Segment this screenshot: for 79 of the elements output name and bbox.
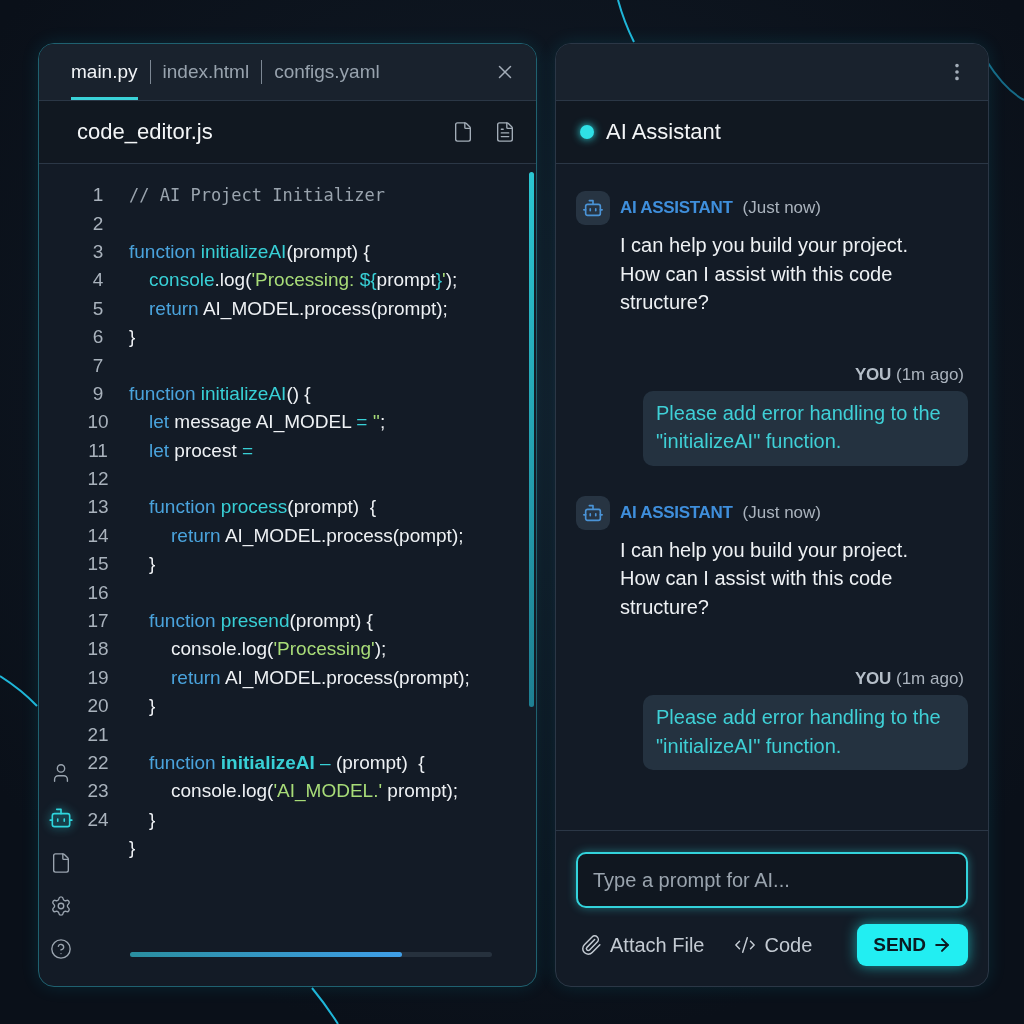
line-number: 21 — [86, 723, 110, 746]
message-author: AI ASSISTANT — [620, 198, 733, 218]
code-line: return AI_MODEL.process(prompt); — [149, 297, 448, 320]
panel-title: AI Assistant — [606, 119, 721, 145]
arrow-icon — [932, 935, 952, 955]
code-line: } — [129, 326, 136, 349]
code-line: console.log('AI_MODEL.' prompt); — [171, 780, 459, 803]
message-time: (Just now) — [742, 198, 821, 218]
vertical-scrollbar[interactable] — [529, 172, 534, 707]
message-bubble: Please add error handling to the "initializeAI" function. — [643, 390, 968, 466]
message-time: (1m ago) — [895, 669, 964, 689]
message-bubble: Please add error handling to the "initializeAI" function. — [643, 695, 968, 770]
line-number: 23 — [86, 780, 110, 803]
line-number: 20 — [86, 695, 110, 718]
line-number: 2 — [91, 212, 105, 235]
code-line: } — [129, 837, 136, 860]
line-number: 18 — [86, 638, 110, 661]
code-line: console.log('Processing'); — [171, 638, 387, 661]
paperclip-icon — [580, 934, 602, 956]
message-time: (Just now) — [742, 502, 821, 523]
file-tab[interactable]: main.py — [71, 44, 138, 100]
message-time: (1m ago) — [895, 364, 964, 385]
glow-line — [617, 0, 635, 43]
prompt-input-field[interactable]: Type a prompt for AI... — [576, 852, 968, 908]
line-number: 9 — [91, 382, 105, 405]
code-line: } — [149, 808, 156, 831]
settings-icon[interactable] — [50, 895, 72, 917]
code-line: } — [149, 553, 156, 576]
line-number: 14 — [86, 524, 110, 547]
line-number: 24 — [86, 808, 110, 831]
file-title: code_editor.js — [77, 119, 213, 145]
line-number: 17 — [86, 610, 110, 633]
code-line: console.log('Processing: ${prompt}'); — [149, 269, 458, 292]
line-number: 15 — [86, 553, 110, 576]
line-number: 19 — [86, 666, 110, 689]
code-line: } — [149, 695, 156, 718]
message-author: YOU — [855, 364, 891, 385]
line-number: 4 — [91, 269, 105, 292]
file-icon[interactable] — [452, 121, 474, 143]
message-text: I can help you build your project. How can I assist with this code structure? — [620, 233, 909, 315]
code-line: function initializeAI() { — [129, 382, 311, 405]
code-line: return AI_MODEL.process(pompt); — [171, 524, 464, 547]
line-number: 11 — [87, 439, 109, 462]
code-line: let message AI_MODEL = ''; — [149, 411, 386, 434]
line-number: 5 — [91, 297, 105, 320]
glow-line — [0, 675, 38, 707]
document-icon[interactable] — [494, 121, 516, 143]
code-line: function initializeAI(prompt) { — [129, 240, 370, 263]
glow-line — [311, 987, 339, 1024]
line-number: 22 — [86, 752, 110, 774]
line-number: 16 — [86, 581, 110, 604]
line-number: 3 — [91, 240, 105, 263]
robot-avatar — [576, 495, 610, 530]
file-tab[interactable]: index.html — [162, 44, 250, 100]
help-icon[interactable] — [50, 938, 72, 960]
line-number: 6 — [91, 326, 105, 349]
line-number: 10 — [86, 411, 110, 434]
line-number: 1 — [91, 184, 105, 207]
code-line: let procest = — [149, 439, 254, 462]
message-author: YOU — [855, 669, 891, 689]
code-icon — [734, 934, 757, 956]
send-button[interactable]: SEND — [857, 924, 968, 966]
file-icon[interactable] — [50, 852, 72, 874]
status-dot — [580, 125, 594, 139]
message-author: AI ASSISTANT — [620, 502, 733, 523]
line-number: 12 — [86, 468, 110, 491]
message-text: I can help you build your project. How can I assist with this code structure? — [620, 537, 909, 620]
code-line: function initializeAI – (prompt) { — [149, 752, 425, 774]
robot-avatar — [576, 191, 610, 225]
horizontal-scrollbar[interactable] — [130, 952, 492, 957]
code-line: return AI_MODEL.process(prompt); — [171, 666, 470, 689]
code-line: // AI Project Initializer — [129, 184, 385, 207]
code-line: function presend(prompt) { — [149, 610, 373, 633]
attach-file-button[interactable]: Attach File — [580, 933, 705, 957]
file-tab[interactable]: configs.yaml — [274, 44, 380, 100]
code-line: function process(prompt) { — [149, 496, 377, 519]
code-button[interactable]: Code — [734, 933, 813, 957]
line-number: 7 — [91, 354, 105, 377]
line-number: 13 — [86, 496, 110, 519]
